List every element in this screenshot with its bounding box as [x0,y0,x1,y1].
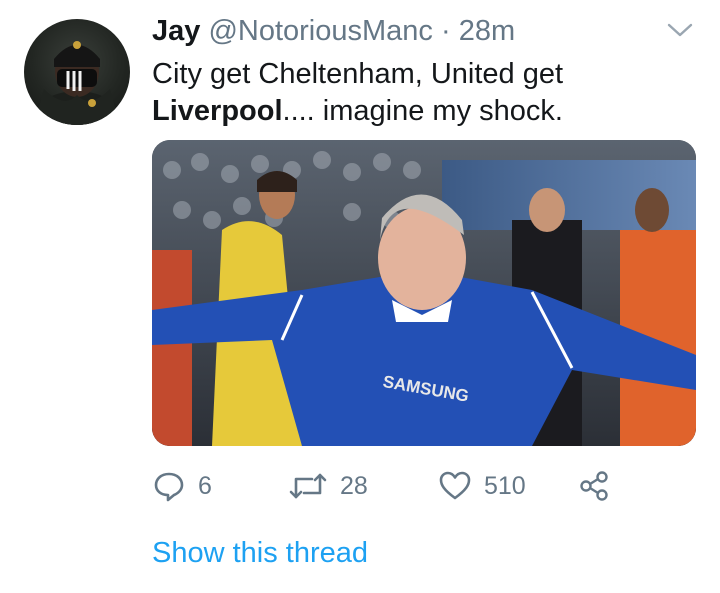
separator-dot: · [440,15,451,47]
tweet-text-bold: Liverpool [152,95,283,127]
show-thread-link[interactable]: Show this thread [152,535,368,571]
tweet-actions: 6 28 510 [152,466,622,506]
retweet-count: 28 [340,471,368,500]
tweet-text: City get Cheltenham, United get Liverpoo… [152,56,692,130]
reply-count: 6 [198,471,212,500]
meme-photo: SAMSUNG [152,140,696,446]
like-count: 510 [484,471,526,500]
like-button[interactable]: 510 [438,466,526,506]
avatar[interactable] [24,19,130,125]
avatar-image [25,41,129,125]
tweet-text-part2: .... imagine my shock. [282,95,563,127]
chevron-down-icon[interactable] [666,20,694,40]
timestamp[interactable]: 28m [459,15,515,47]
reply-icon [152,469,186,503]
user-handle[interactable]: @NotoriousManc [208,15,432,47]
share-icon [578,469,610,503]
display-name[interactable]: Jay [152,15,200,47]
retweet-icon [288,469,328,503]
reply-button[interactable]: 6 [152,466,212,506]
tweet-text-part1: City get Cheltenham, United get [152,58,564,90]
share-button[interactable] [578,466,610,506]
tweet-media-image[interactable]: SAMSUNG [152,140,696,446]
heart-icon [438,469,472,503]
retweet-button[interactable]: 28 [288,466,368,506]
tweet-header: Jay @NotoriousManc · 28m [152,14,515,48]
